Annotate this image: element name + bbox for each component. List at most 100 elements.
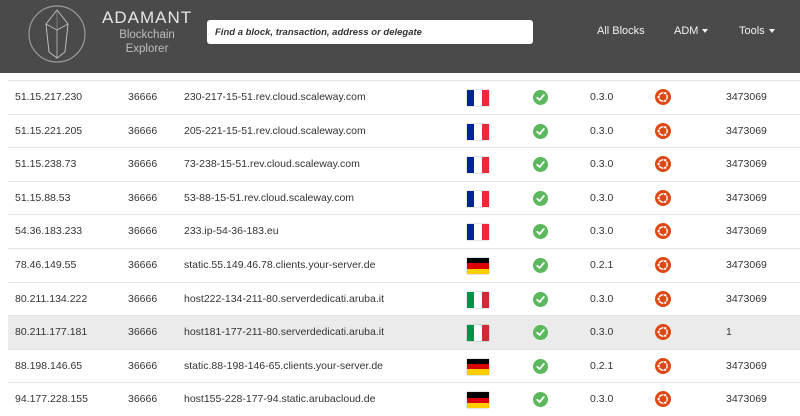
brand-title[interactable]: ADAMANT [102, 8, 192, 28]
peer-height: 3473069 [726, 225, 767, 238]
peer-ip: 51.15.221.205 [15, 124, 83, 137]
peer-version: 0.3.0 [590, 292, 614, 305]
peer-version: 0.3.0 [590, 225, 614, 238]
peer-height: 3473069 [726, 258, 767, 271]
peer-hostname: 73-238-15-51.rev.cloud.scaleway.com [184, 158, 360, 171]
france-flag-icon [467, 157, 489, 174]
table-row[interactable]: 51.15.88.53 36666 53-88-15-51.rev.cloud.sc… [8, 180, 800, 215]
france-flag-icon [467, 224, 489, 241]
peer-height: 3473069 [726, 359, 767, 372]
france-flag-icon [467, 123, 489, 140]
peer-ip: 51.15.217.230 [15, 91, 83, 103]
ubuntu-icon [655, 324, 671, 341]
table-row[interactable]: 54.36.183.233 36666 233.ip-54-36-183.eu 0.3… [8, 214, 800, 248]
peer-port: 36666 [128, 326, 158, 339]
italy-flag-icon [467, 291, 489, 308]
ok-icon [533, 90, 548, 105]
peer-hostname: host222-134-211-80.serverdedicati.aruba.… [184, 292, 385, 305]
peer-hostname: 53-88-15-51.rev.cloud.scaleway.com [184, 191, 355, 204]
peer-height: 1 [726, 326, 732, 339]
nav-all-blocks[interactable]: All Blocks [597, 25, 645, 37]
peer-version: 0.3.0 [590, 91, 614, 103]
search-input[interactable] [207, 20, 533, 44]
peer-height: 3473069 [726, 292, 767, 305]
peers-table: 51.15.217.230 36666 230-217-15-51.rev.clou… [8, 80, 800, 416]
peer-ip: 51.15.238.73 [15, 158, 77, 171]
adamant-logo-icon[interactable] [28, 0, 86, 70]
germany-flag-icon [467, 257, 489, 274]
peer-port: 36666 [128, 124, 158, 137]
ok-icon [533, 291, 548, 307]
nav-adm-label: ADM [674, 25, 699, 37]
peer-height: 3473069 [726, 393, 767, 406]
ok-icon [533, 190, 548, 206]
peer-height: 3473069 [726, 191, 767, 204]
table-row[interactable]: 51.15.217.230 36666 230-217-15-51.rev.clou… [8, 80, 800, 114]
top-navbar: ADAMANT Blockchain Explorer All Blocks A… [0, 0, 800, 73]
peer-hostname: static.88-198-146-65.clients.your-server… [184, 359, 384, 372]
peer-version: 0.3.0 [590, 326, 614, 339]
peer-ip: 80.211.134.222 [15, 292, 88, 305]
ubuntu-icon [655, 122, 671, 139]
peer-hostname: 230-217-15-51.rev.cloud.scaleway.com [184, 91, 366, 103]
peer-height: 3473069 [726, 91, 767, 103]
peer-ip: 51.15.88.53 [15, 191, 71, 204]
chevron-down-icon [702, 29, 709, 34]
peer-hostname: host155-228-177-94.static.arubacloud.de [184, 393, 376, 406]
germany-flag-icon [467, 392, 489, 409]
peer-hostname: 233.ip-54-36-183.eu [184, 225, 279, 238]
table-row[interactable]: 80.211.134.222 36666 host222-134-211-80.se… [8, 281, 800, 316]
peer-version: 0.3.0 [590, 393, 614, 406]
nav-tools-label: Tools [739, 25, 765, 37]
peer-version: 0.3.0 [590, 191, 614, 204]
ubuntu-icon [655, 223, 671, 240]
ok-icon [533, 325, 548, 341]
peer-hostname: static.55.149.46.78.clients.your-server.… [184, 258, 376, 271]
peer-port: 36666 [128, 393, 158, 406]
ok-icon [533, 224, 548, 240]
france-flag-icon [467, 190, 489, 207]
peer-port: 36666 [128, 292, 158, 305]
ubuntu-icon [655, 290, 671, 307]
italy-flag-icon [467, 325, 489, 342]
peer-height: 3473069 [726, 158, 767, 171]
ubuntu-icon [655, 156, 671, 173]
ok-icon [533, 123, 548, 139]
peer-ip: 88.198.146.65 [15, 359, 83, 372]
ubuntu-icon [655, 189, 671, 206]
peer-port: 36666 [128, 158, 158, 171]
table-row[interactable]: 88.198.146.65 36666 static.88-198-146-65.c… [8, 348, 800, 383]
peer-height: 3473069 [726, 124, 767, 137]
germany-flag-icon [467, 358, 489, 375]
ubuntu-icon [655, 89, 671, 105]
table-row[interactable]: 51.15.221.205 36666 205-221-15-51.rev.clou… [8, 113, 800, 148]
table-row[interactable]: 78.46.149.55 36666 static.55.149.46.78.cli… [8, 247, 800, 282]
nav-adm-dropdown[interactable]: ADM [674, 25, 709, 37]
ok-icon [533, 157, 548, 173]
ubuntu-icon [655, 256, 671, 273]
ok-icon [533, 257, 548, 273]
chevron-down-icon [768, 29, 775, 34]
ubuntu-icon [655, 357, 671, 374]
table-row[interactable]: 51.15.238.73 36666 73-238-15-51.rev.cloud.… [8, 147, 800, 181]
brand-subtitle: Blockchain Explorer [119, 29, 175, 55]
peer-version: 0.2.1 [590, 258, 614, 271]
peer-port: 36666 [128, 225, 158, 238]
nav-tools-dropdown[interactable]: Tools [739, 25, 775, 37]
peer-ip: 78.46.149.55 [15, 258, 77, 271]
peer-version: 0.3.0 [590, 124, 614, 137]
peer-hostname: 205-221-15-51.rev.cloud.scaleway.com [184, 124, 366, 137]
ok-icon [533, 358, 548, 374]
table-row[interactable]: 80.211.177.181 36666 host181-177-211-80.se… [8, 315, 800, 349]
peer-version: 0.3.0 [590, 158, 614, 171]
peer-hostname: host181-177-211-80.serverdedicati.aruba.… [184, 326, 385, 339]
peer-version: 0.2.1 [590, 359, 614, 372]
ubuntu-icon [655, 391, 671, 408]
peer-port: 36666 [128, 91, 158, 103]
peer-port: 36666 [128, 359, 158, 372]
france-flag-icon [467, 90, 489, 106]
peer-ip: 80.211.177.181 [15, 326, 88, 339]
ok-icon [533, 392, 548, 408]
peer-ip: 54.36.183.233 [15, 225, 83, 238]
table-row[interactable]: 94.177.228.155 36666 host155-228-177-94.st… [8, 382, 800, 416]
